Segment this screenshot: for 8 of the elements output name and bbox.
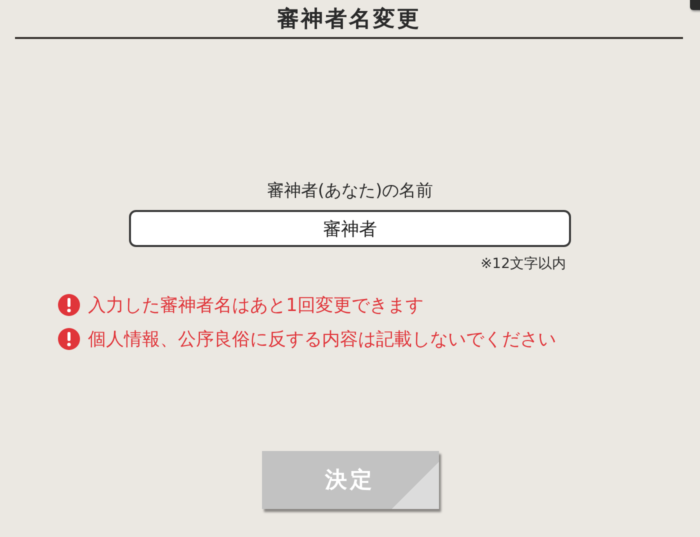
warning-icon xyxy=(58,294,80,316)
dialog-title: 審神者名変更 xyxy=(277,5,421,34)
name-input-field[interactable]: 審神者 xyxy=(129,210,571,247)
field-label: 審神者(あなた)の名前 xyxy=(266,180,434,202)
warning-text: 入力した審神者名はあと1回変更できます xyxy=(88,294,424,317)
warning-icon xyxy=(58,328,80,350)
warning-text: 個人情報、公序良俗に反する内容は記載しないでください xyxy=(88,328,556,351)
length-note: ※12文字以内 xyxy=(480,255,566,273)
